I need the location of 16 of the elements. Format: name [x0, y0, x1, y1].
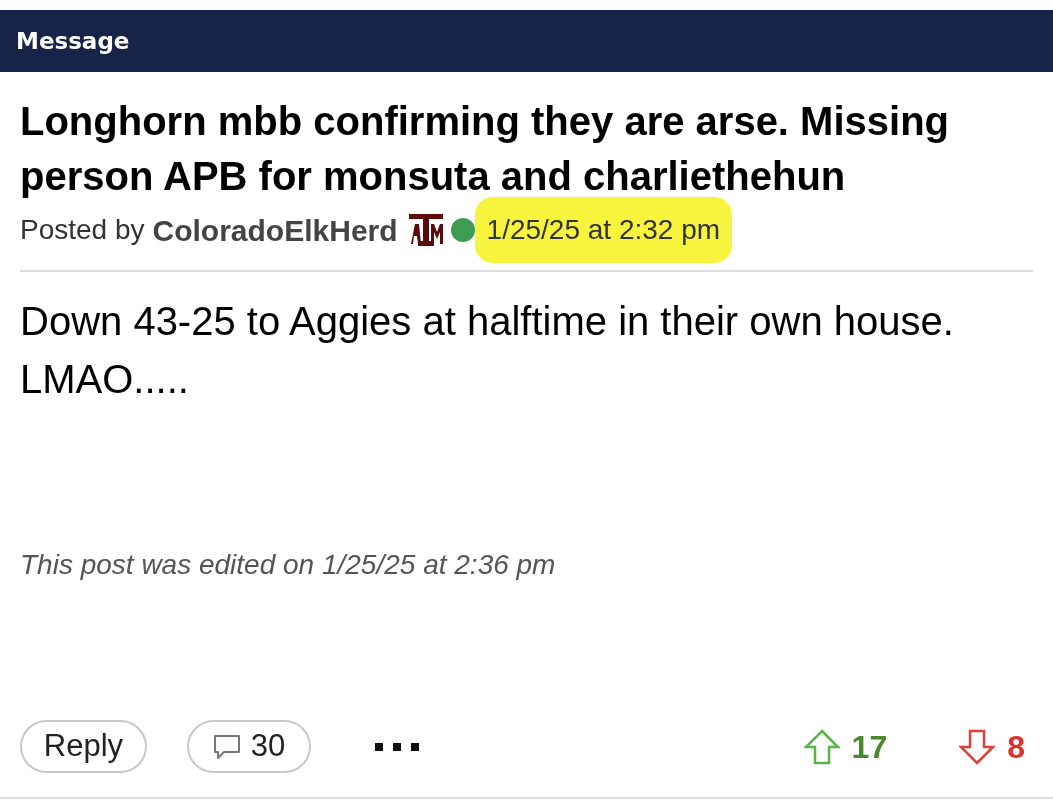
- author-name[interactable]: ColoradoElkHerd: [152, 207, 398, 253]
- arrow-up-icon: [803, 728, 840, 765]
- header-title: Message: [16, 26, 130, 56]
- downvote-button[interactable]: 8: [959, 722, 1025, 771]
- speech-bubble-icon: [212, 733, 241, 760]
- posted-by-label: Posted by: [20, 213, 145, 247]
- post-title: Longhorn mbb confirming they are arse. Missing person APB for monsuta and charliethehun: [20, 98, 950, 200]
- post-timestamp: 1/25/25 at 2:32 pm: [474, 197, 733, 263]
- comments-button[interactable]: 30: [187, 720, 311, 773]
- team-logo-icon: [408, 214, 443, 246]
- post-body: Down 43-25 to Aggies at halftime in their own house. LMAO.....: [20, 298, 955, 403]
- reply-button[interactable]: Reply: [20, 720, 147, 773]
- more-icon: [375, 742, 419, 751]
- upvote-button[interactable]: 17: [803, 722, 888, 771]
- arrow-down-icon: [959, 728, 996, 765]
- edited-note: This post was edited on 1/25/25 at 2:36 pm: [20, 550, 557, 580]
